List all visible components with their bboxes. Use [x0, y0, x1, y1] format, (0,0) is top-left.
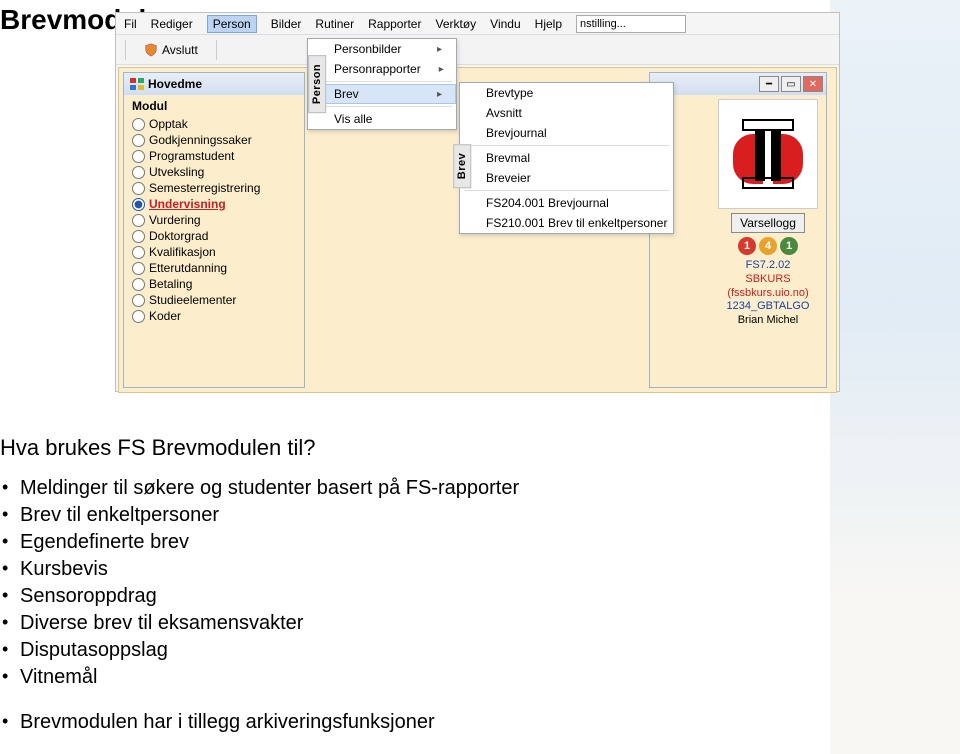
- person-dropdown: Person Personbilder Personrapporter Brev…: [307, 38, 457, 130]
- menu-rutiner[interactable]: Rutiner: [315, 17, 354, 31]
- radio-betaling[interactable]: Betaling: [132, 276, 296, 292]
- radio-etterutdanning[interactable]: Etterutdanning: [132, 260, 296, 276]
- code-label: 1234_GBTALGO: [727, 300, 810, 314]
- menu-vis-alle[interactable]: Vis alle: [308, 109, 456, 129]
- name-label: Brian Michel: [727, 314, 810, 328]
- bullet: Diverse brev til eksamensvakter: [2, 612, 760, 635]
- menu-fs204[interactable]: FS204.001 Brevjournal: [460, 193, 673, 213]
- modul-header: Modul: [132, 99, 296, 113]
- radio-programstudent[interactable]: Programstudent: [132, 148, 296, 164]
- brev-tab: Brev: [453, 143, 471, 187]
- decorative-sidebar: [830, 0, 960, 754]
- radio-semreg[interactable]: Semesterregistrering: [132, 180, 296, 196]
- bullet: Sensoroppdrag: [2, 585, 760, 608]
- close-button[interactable]: ✕: [803, 76, 823, 92]
- menu-personrapporter[interactable]: Personrapporter: [308, 59, 456, 79]
- minimize-button[interactable]: ━: [759, 76, 779, 92]
- hovedme-window: Hovedme Modul Opptak Godkjenningssaker P…: [123, 72, 305, 388]
- menu-bilder[interactable]: Bilder: [271, 17, 302, 31]
- shield-icon: [144, 43, 158, 57]
- toolbar-avslutt-label: Avslutt: [162, 43, 198, 57]
- right-info-panel: Varsellogg 1 4 1 FS7.2.02 SBKURS (fssbku…: [714, 99, 822, 328]
- bullet: Meldinger til søkere og studenter basert…: [2, 477, 760, 500]
- toolbar: Avslutt: [116, 35, 839, 65]
- slide-content: Hva brukes FS Brevmodulen til? Meldinger…: [0, 435, 760, 738]
- application-window: Fil Rediger Person Bilder Rutiner Rappor…: [115, 12, 840, 392]
- hovedme-titlebar[interactable]: Hovedme: [124, 73, 304, 95]
- menubar: Fil Rediger Person Bilder Rutiner Rappor…: [116, 13, 839, 35]
- user-label: SBKURS: [727, 273, 810, 287]
- info-block: FS7.2.02 SBKURS (fssbkurs.uio.no) 1234_G…: [727, 259, 810, 328]
- blank-titlebar: ━ ▭ ✕: [650, 73, 826, 95]
- badge-green: 1: [780, 237, 798, 255]
- bullet: Vitnemål: [2, 666, 760, 689]
- bullet: Kursbevis: [2, 558, 760, 581]
- menu-brevmal[interactable]: Brevmal: [460, 148, 673, 168]
- varsellogg-button[interactable]: Varsellogg: [731, 213, 805, 233]
- radio-koder[interactable]: Koder: [132, 308, 296, 324]
- maximize-button[interactable]: ▭: [781, 76, 801, 92]
- bullet: Brev til enkeltpersoner: [2, 504, 760, 527]
- menu-person[interactable]: Person: [207, 15, 257, 33]
- menu-avsnitt[interactable]: Avsnitt: [460, 103, 673, 123]
- version-label: FS7.2.02: [727, 259, 810, 273]
- menu-vindu[interactable]: Vindu: [490, 17, 520, 31]
- bullet: Disputasoppslag: [2, 639, 760, 662]
- menu-brev[interactable]: Brev: [308, 84, 456, 104]
- brev-dropdown: Brev Brevtype Avsnitt Brevjournal Brevma…: [459, 82, 674, 234]
- menu-personbilder[interactable]: Personbilder: [308, 39, 456, 59]
- status-badges: 1 4 1: [738, 237, 798, 255]
- toolbar-avslutt[interactable]: Avslutt: [137, 40, 205, 60]
- menu-verktoy[interactable]: Verktøy: [435, 17, 476, 31]
- menu-brevtype[interactable]: Brevtype: [460, 83, 673, 103]
- menu-brevjournal[interactable]: Brevjournal: [460, 123, 673, 143]
- hovedme-title: Hovedme: [148, 77, 202, 91]
- menu-rapporter[interactable]: Rapporter: [368, 17, 421, 31]
- radio-vurdering[interactable]: Vurdering: [132, 212, 296, 228]
- menu-fil[interactable]: Fil: [124, 17, 137, 31]
- menu-breveier[interactable]: Breveier: [460, 168, 673, 188]
- footer-bullet: Brevmodulen har i tillegg arkiveringsfun…: [2, 711, 760, 734]
- menu-hjelp[interactable]: Hjelp: [535, 17, 562, 31]
- window-icon: [130, 78, 144, 90]
- menu-rediger[interactable]: Rediger: [151, 17, 193, 31]
- radio-godkjenning[interactable]: Godkjenningssaker: [132, 132, 296, 148]
- content-heading: Hva brukes FS Brevmodulen til?: [0, 435, 760, 461]
- menu-fs210[interactable]: FS210.001 Brev til enkeltpersoner: [460, 213, 673, 233]
- radio-studieelementer[interactable]: Studieelementer: [132, 292, 296, 308]
- radio-undervisning[interactable]: Undervisning: [132, 196, 296, 212]
- stilling-input[interactable]: [576, 15, 686, 33]
- mdi-canvas: Hovedme Modul Opptak Godkjenningssaker P…: [118, 67, 837, 393]
- fs-logo: [718, 99, 818, 209]
- bullet: Egendefinerte brev: [2, 531, 760, 554]
- modul-list: Modul Opptak Godkjenningssaker Programst…: [124, 95, 304, 328]
- radio-kvalifikasjon[interactable]: Kvalifikasjon: [132, 244, 296, 260]
- badge-yellow: 4: [759, 237, 777, 255]
- radio-opptak[interactable]: Opptak: [132, 116, 296, 132]
- radio-utveksling[interactable]: Utveksling: [132, 164, 296, 180]
- person-tab: Person: [308, 55, 326, 113]
- radio-doktorgrad[interactable]: Doktorgrad: [132, 228, 296, 244]
- blank-child-window: ━ ▭ ✕ Varsellogg: [649, 72, 827, 388]
- host-label: (fssbkurs.uio.no): [727, 287, 810, 301]
- badge-red: 1: [738, 237, 756, 255]
